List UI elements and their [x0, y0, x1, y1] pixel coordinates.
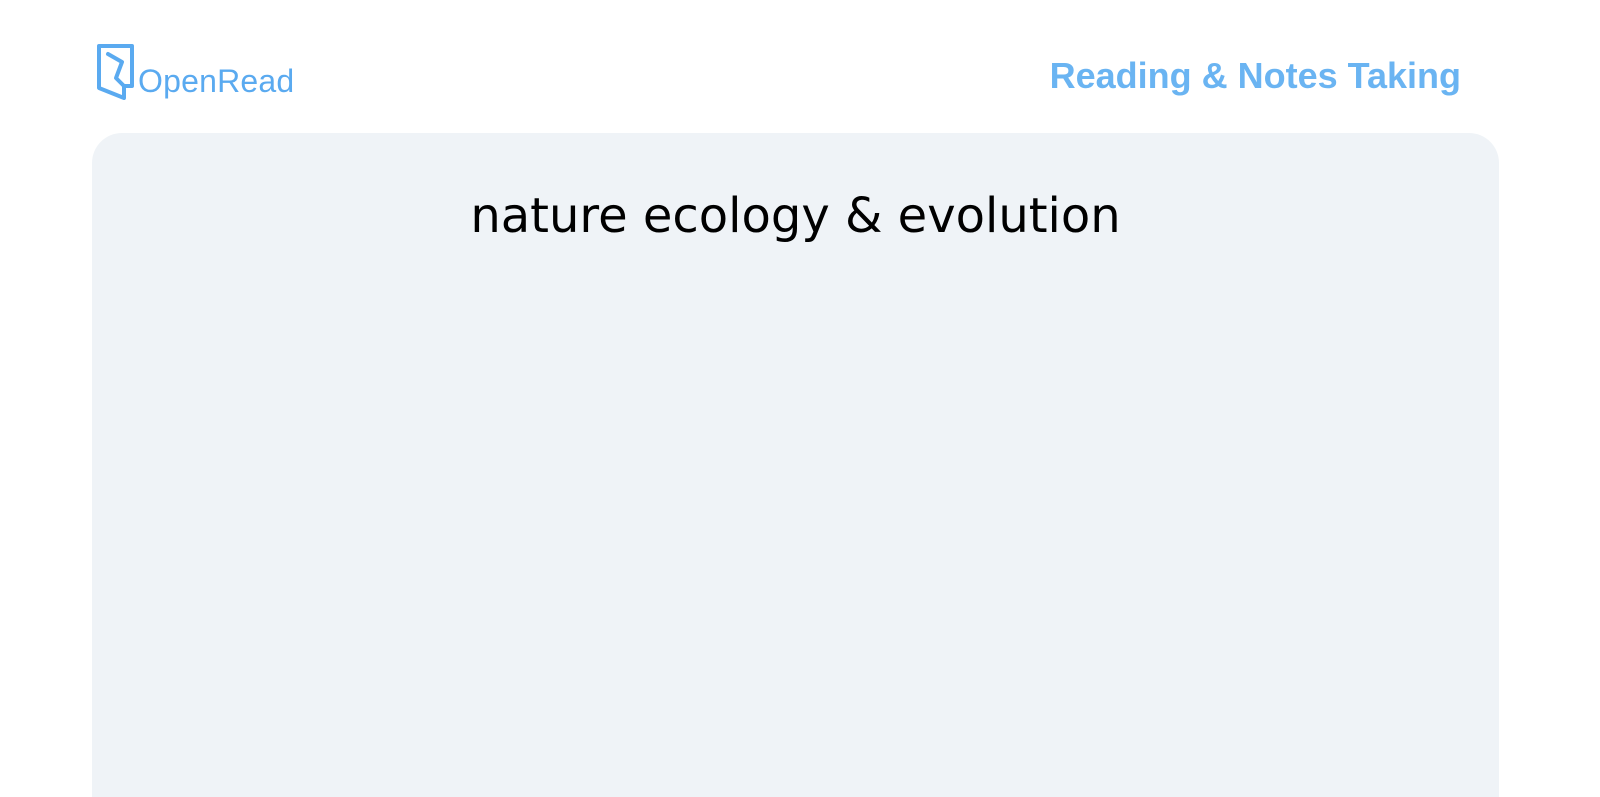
document-card: nature ecology & evolution — [92, 133, 1499, 797]
page: OpenRead Reading & Notes Taking nature e… — [0, 0, 1600, 797]
logo-text: OpenRead — [138, 63, 295, 99]
openread-logo[interactable]: OpenRead — [96, 42, 294, 100]
tagline: Reading & Notes Taking — [1049, 55, 1461, 96]
document-title: nature ecology & evolution — [470, 188, 1121, 244]
openread-logo-icon — [97, 44, 134, 100]
header: OpenRead Reading & Notes Taking — [0, 0, 1600, 130]
